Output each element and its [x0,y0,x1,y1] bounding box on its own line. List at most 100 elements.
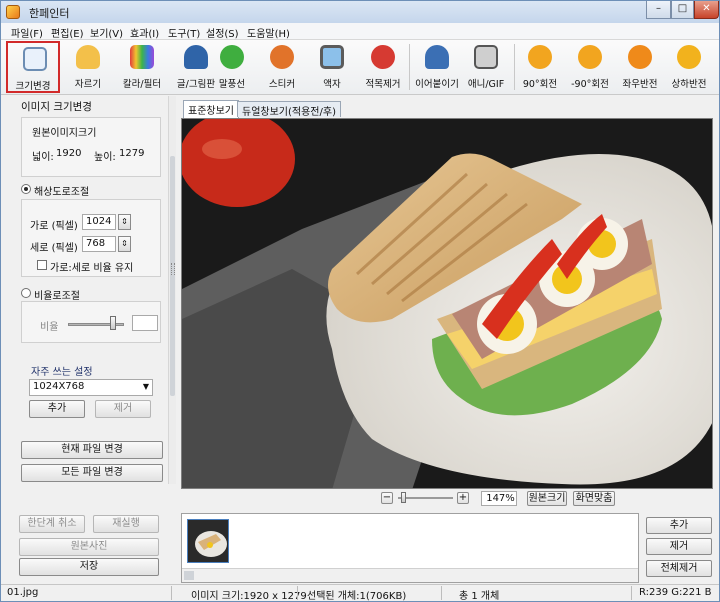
preset-add-button[interactable]: 추가 [29,400,85,418]
gif-icon [474,45,498,69]
panel-scrollbar[interactable] [168,96,176,484]
panel-scroll-thumb[interactable] [170,156,175,396]
main-view: 표준창보기 듀얼창보기(적용전/후) [181,100,713,489]
toolbar-label: 좌우반전 [622,79,658,90]
maximize-button[interactable]: □ [671,1,694,19]
ratio-slider-thumb[interactable] [109,316,116,330]
save-button[interactable]: 저장 [19,558,159,576]
preset-remove-button[interactable]: 제거 [95,400,151,418]
status-filename: 01.jpg [7,587,39,598]
status-separator [631,586,632,600]
menu-help[interactable]: 도움말(H) [247,25,290,40]
pixel-width-stepper[interactable]: ⇕ [118,214,131,230]
toolbar-rotate-ccw-button[interactable]: -90°회전 [563,41,617,93]
toolbar-flip-horizontal-button[interactable]: 좌우반전 [613,41,667,93]
color-filter-icon [130,45,154,69]
keep-ratio-checkbox[interactable] [37,260,47,270]
menu-effects[interactable]: 효과(I) [130,25,159,40]
merge-icon [425,45,449,69]
rotate-cw-icon [528,45,552,69]
zoom-out-button[interactable]: − [381,492,393,504]
toolbar-sticker-button[interactable]: 스티커 [255,41,309,93]
thumbnail-scrollbar[interactable] [182,568,638,582]
tab-standard-view[interactable]: 표준창보기 [183,100,239,118]
resize-icon [23,47,47,71]
resize-panel: 이미지 크기변경 원본이미지크기 넓이: 1920 높이: 1279 해상도로조… [1,96,177,584]
resolution-radio[interactable] [21,184,31,194]
pixel-width-input[interactable]: 1024 [82,214,116,230]
image-canvas[interactable] [181,118,713,489]
thumbnail-remove-button[interactable]: 제거 [646,538,712,555]
preset-select[interactable]: 1024X768 ▼ [29,379,153,396]
toolbar-flip-vertical-button[interactable]: 상하반전 [662,41,716,93]
toolbar-gif-button[interactable]: 애니/GIF [459,41,513,93]
ratio-option-label: 비율로조절 [34,291,80,302]
original-photo-button[interactable]: 원본사진 [19,538,159,556]
toolbar-merge-button[interactable]: 이어붙이기 [410,41,464,93]
status-selection: 선택된 개체:1(706KB) [307,591,407,602]
toolbar-label: 90°회전 [522,79,558,90]
ratio-radio[interactable] [21,288,31,298]
redo-button[interactable]: 재실행 [93,515,159,533]
menu-view[interactable]: 보기(V) [90,25,123,40]
apply-current-file-button[interactable]: 현재 파일 변경 [21,441,163,459]
toolbar-speech-bubble-button[interactable]: 말풍선 [205,41,259,93]
preset-select-value: 1024X768 [33,381,85,392]
frame-icon [320,45,344,69]
status-image-size: 이미지 크기:1920 x 1279 [191,591,307,602]
thumbnail-add-button[interactable]: 추가 [646,517,712,534]
sandwich-photo [182,119,712,488]
close-button[interactable]: ✕ [694,1,719,19]
fit-screen-button[interactable]: 화면맞춤 [573,491,615,506]
flip-horizontal-icon [628,45,652,69]
scroll-left-icon[interactable] [184,571,194,580]
ratio-group: 비율 [21,301,161,343]
tab-dual-view[interactable]: 듀얼창보기(적용전/후) [237,101,341,118]
panel-heading: 이미지 크기변경 [21,101,92,113]
toolbar-frame-button[interactable]: 액자 [305,41,359,93]
toolbar-label: 애니/GIF [467,79,505,90]
app-logo-icon [6,5,20,19]
toolbar-label: -90°회전 [571,79,609,90]
pixel-height-stepper[interactable]: ⇕ [118,236,131,252]
title-bar: 한페인터 – □ ✕ [1,1,719,23]
apply-all-files-button[interactable]: 모든 파일 변경 [21,464,163,482]
original-size-label: 원본이미지크기 [32,128,97,139]
status-separator [441,586,442,600]
toolbar-crop-button[interactable]: 자르기 [61,41,115,93]
pixel-height-input[interactable]: 768 [82,236,116,252]
original-width-label: 넓이: [32,152,54,163]
toolbar-label: 크기변경 [15,81,51,92]
thumbnail-item[interactable] [187,519,229,563]
toolbar-rotate-cw-button[interactable]: 90°회전 [513,41,567,93]
menu-file[interactable]: 파일(F) [11,25,43,40]
original-height-label: 높이: [94,152,116,163]
zoom-in-button[interactable]: + [457,492,469,504]
toolbar-label: 이어붙이기 [415,79,459,90]
zoom-slider-thumb[interactable] [400,492,406,503]
zoom-slider-track[interactable] [398,497,453,499]
splitter-handle[interactable] [171,263,175,275]
toolbar-red-eye-button[interactable]: 적목제거 [356,41,410,93]
undo-button[interactable]: 한단계 취소 [19,515,85,533]
original-size-button[interactable]: 원본크기 [527,491,567,506]
resolution-option-label: 해상도로조절 [34,187,90,198]
status-separator [297,586,298,600]
ratio-label: 비율 [40,322,59,333]
menu-edit[interactable]: 편집(E) [51,25,84,40]
pixel-width-label: 가로 (픽셀) [30,221,78,232]
thumbnail-image [188,520,228,562]
rotate-ccw-icon [578,45,602,69]
original-width-value: 1920 [56,148,82,159]
thumbnail-remove-all-button[interactable]: 전체제거 [646,560,712,577]
toolbar-label: 액자 [323,79,341,90]
toolbar-resize-button[interactable]: 크기변경 [6,41,60,93]
pixel-size-group: 가로 (픽셀) 1024 ⇕ 세로 (픽셀) 768 ⇕ 가로:세로 비율 유지 [21,199,161,277]
zoom-value[interactable]: 147% [481,491,517,506]
pixel-height-label: 세로 (픽셀) [30,243,78,254]
menu-tools[interactable]: 도구(T) [168,25,200,40]
ratio-value-input[interactable] [132,315,158,331]
menu-settings[interactable]: 설정(S) [206,25,239,40]
toolbar-color-filter-button[interactable]: 칼라/필터 [115,41,169,93]
minimize-button[interactable]: – [646,1,671,19]
